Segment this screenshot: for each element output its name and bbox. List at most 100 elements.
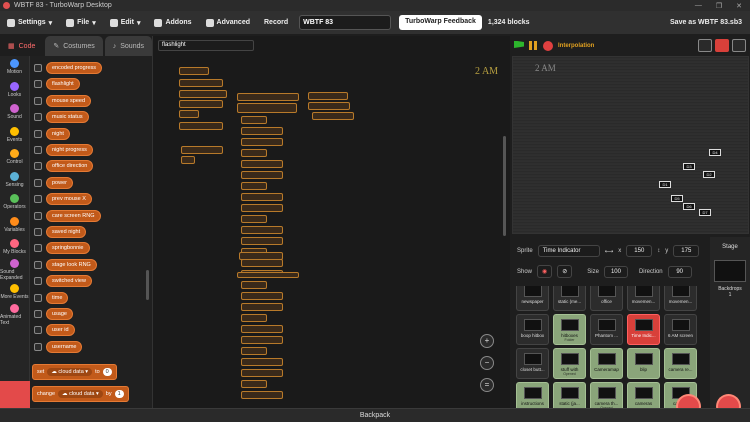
variable-monitor-checkbox[interactable] [34, 146, 42, 154]
save-button[interactable]: Save as WBTF 83.sb3 [670, 19, 750, 26]
script-block[interactable] [181, 146, 223, 154]
x-input[interactable]: 150 [626, 245, 653, 257]
direction-input[interactable]: 90 [667, 265, 692, 278]
script-block[interactable] [179, 100, 223, 108]
stop-button[interactable] [543, 40, 553, 51]
maximize-button[interactable]: ❐ [716, 2, 722, 10]
variable-monitor-checkbox[interactable] [34, 178, 42, 187]
palette-scrollbar[interactable] [146, 270, 149, 300]
script-block[interactable] [179, 122, 223, 130]
variable-monitor-checkbox[interactable] [34, 228, 42, 236]
advanced-menu[interactable]: Advanced [199, 11, 257, 34]
sprite-tile[interactable]: camera th... Opened [590, 382, 623, 408]
script-block[interactable] [241, 391, 283, 399]
small-stage-button[interactable] [698, 39, 712, 52]
sprite-tile[interactable]: blip [627, 348, 660, 379]
variable-reporter[interactable]: stage look RNG [46, 258, 97, 271]
variable-monitor-checkbox[interactable] [34, 80, 42, 89]
sprite-tile[interactable]: cameras [627, 382, 660, 408]
variable-monitor-checkbox[interactable] [34, 96, 42, 105]
add-extension-button[interactable] [0, 381, 30, 408]
sprite-tile[interactable]: newspaper [516, 286, 549, 311]
script-block[interactable] [241, 369, 283, 377]
camera-map-button[interactable]: D7 [699, 209, 711, 216]
variable-reporter[interactable]: care screen RNG [46, 209, 101, 222]
variable-monitor-checkbox[interactable] [34, 195, 42, 204]
variable-reporter[interactable]: music status [46, 111, 89, 124]
tab-sounds[interactable]: ♪ Sounds [104, 36, 152, 56]
fullscreen-button[interactable] [732, 39, 746, 52]
zoom-out-button[interactable]: − [480, 356, 494, 370]
record-button[interactable]: Record [257, 11, 295, 34]
variable-monitor-checkbox[interactable] [34, 129, 42, 138]
variable-reporter[interactable]: springbonnie [46, 242, 90, 255]
script-block[interactable] [241, 127, 283, 135]
sprite-tile[interactable]: Phantom ... [590, 314, 623, 345]
project-title-input[interactable]: WBTF 83 [299, 15, 392, 30]
zoom-reset-button[interactable]: = [480, 378, 494, 392]
script-block[interactable] [241, 138, 283, 146]
script-block[interactable] [179, 90, 227, 98]
script-block[interactable] [241, 226, 283, 234]
sprite-tile[interactable]: static (ja... [553, 382, 586, 408]
category-control[interactable]: Control [0, 146, 29, 169]
settings-menu[interactable]: Settings ▾ [0, 11, 59, 34]
script-block[interactable] [241, 149, 267, 157]
script-block[interactable] [241, 193, 283, 201]
category-sensing[interactable]: Sensing [0, 169, 29, 192]
sprite-tile[interactable]: Time Indic... [627, 314, 660, 345]
show-visible-eye-icon[interactable]: ◉ [537, 265, 553, 278]
variable-reporter[interactable]: saved night [46, 226, 87, 238]
variable-reporter[interactable]: office direction [46, 160, 94, 173]
script-block[interactable] [241, 358, 283, 366]
script-block[interactable] [179, 67, 209, 75]
variable-reporter[interactable]: flashlight [46, 78, 80, 91]
hide-eye-icon[interactable]: ⊘ [557, 265, 573, 278]
sprite-tile[interactable]: Cameramap [590, 348, 623, 379]
script-block[interactable] [241, 380, 267, 388]
file-menu[interactable]: File ▾ [59, 11, 103, 34]
category-motion[interactable]: Motion [0, 56, 29, 79]
variable-reporter[interactable]: usage [46, 308, 73, 320]
edit-menu[interactable]: Edit ▾ [103, 11, 148, 34]
category-looks[interactable]: Looks [0, 79, 29, 102]
variable-monitor-checkbox[interactable] [34, 260, 42, 269]
variable-reporter[interactable]: night progress [46, 144, 93, 156]
variable-monitor-checkbox[interactable] [34, 293, 42, 302]
variable-reporter[interactable]: power [46, 176, 73, 189]
script-block[interactable] [241, 325, 283, 333]
category-variables[interactable]: Variables [0, 214, 29, 237]
variable-reporter[interactable]: night [46, 127, 70, 140]
script-block[interactable] [241, 171, 283, 179]
script-block[interactable] [241, 182, 267, 190]
script-block[interactable] [241, 292, 283, 300]
variable-monitor-checkbox[interactable] [34, 162, 42, 171]
sprite-tile[interactable]: camera re... [664, 348, 697, 379]
variable-monitor-checkbox[interactable] [34, 277, 42, 286]
script-block[interactable] [237, 103, 297, 113]
category-animated-text[interactable]: Animated Text [0, 303, 29, 327]
sprite-tile[interactable]: 6 AM screen [664, 314, 697, 345]
code-workspace[interactable]: flashlight 2 AM + − = [152, 36, 510, 408]
script-block[interactable] [308, 92, 348, 100]
stage-canvas[interactable]: 2 AM D4 D3 D2 D1 D5 D6 D7 [512, 56, 749, 234]
tab-code[interactable]: ▦ Code [0, 36, 44, 56]
camera-map-button[interactable]: D1 [659, 181, 671, 188]
set-value-input[interactable]: 0 [102, 368, 112, 376]
category-events[interactable]: Events [0, 124, 29, 147]
green-flag-icon[interactable] [514, 40, 524, 48]
script-block[interactable] [241, 259, 283, 267]
variable-monitor-checkbox[interactable] [34, 64, 42, 72]
sprite-tile[interactable]: closet butt... [516, 348, 549, 379]
workspace-scrollbar[interactable] [503, 136, 506, 236]
variable-reporter[interactable]: user id [46, 324, 75, 337]
category-my-blocks[interactable]: My Blocks [0, 236, 29, 259]
variable-reporter[interactable]: switched view [46, 275, 92, 288]
camera-map-button[interactable]: D2 [703, 171, 715, 178]
change-variable-dropdown[interactable]: ☁ cloud data ▾ [58, 390, 103, 398]
sprite-tile[interactable]: static (me... [553, 286, 586, 311]
sprite-tile[interactable]: instructions [516, 382, 549, 408]
camera-map-button[interactable]: D4 [709, 149, 721, 156]
y-input[interactable]: 175 [673, 245, 700, 257]
close-button[interactable]: ✕ [736, 2, 742, 10]
